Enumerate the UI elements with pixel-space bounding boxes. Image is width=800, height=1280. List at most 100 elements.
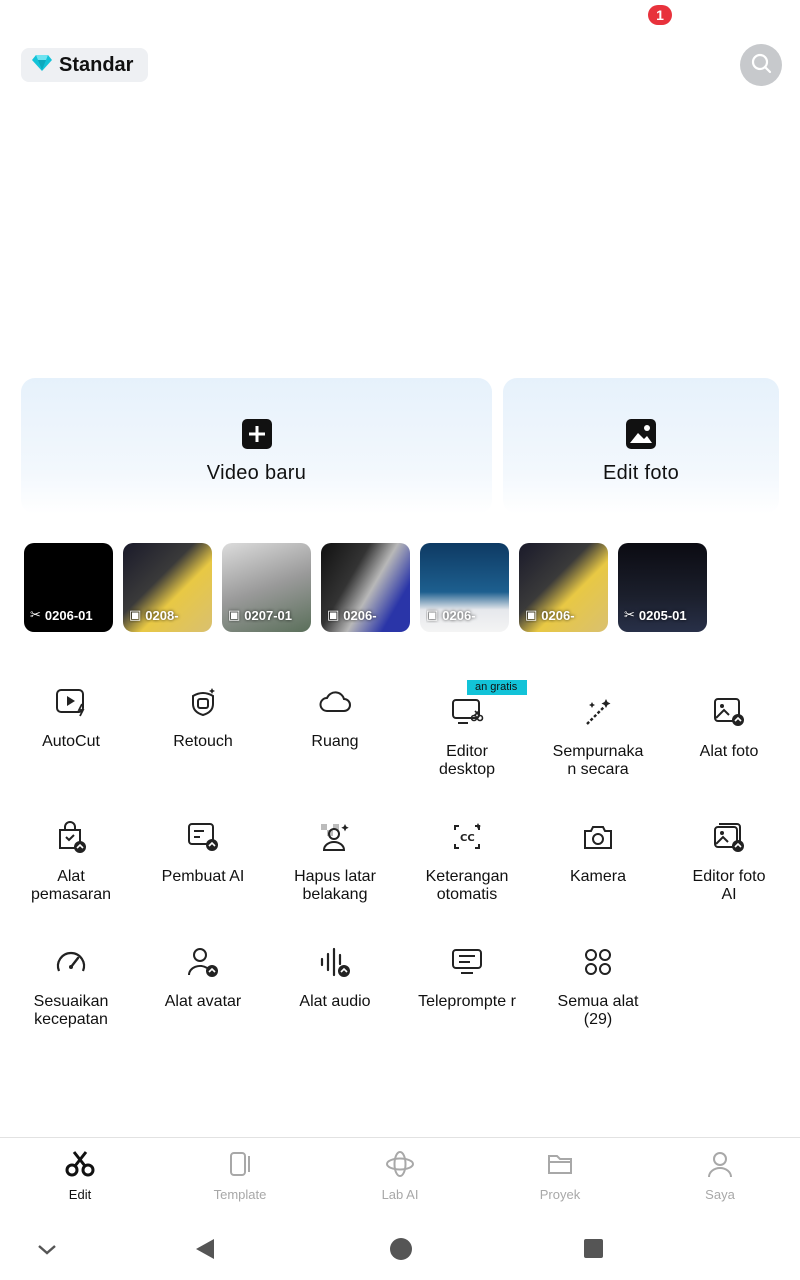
tool-sesuaikan[interactable]: Sesuaikan kecepatan: [5, 944, 137, 1029]
tool-semua-alat[interactable]: Semua alat (29): [532, 944, 664, 1029]
auto-captions-icon: CC: [449, 819, 485, 855]
recent-project-thumbnail[interactable]: ✂ 0206-01: [24, 543, 113, 632]
cloud-icon: [317, 684, 353, 720]
tool-alat-avatar[interactable]: Alat avatar: [137, 944, 269, 1011]
recent-project-thumbnail[interactable]: ▣ 0206-: [519, 543, 608, 632]
tool-label: Editor foto AI: [692, 868, 766, 903]
recent-project-thumbnail[interactable]: ▣ 0206-: [321, 543, 410, 632]
remove-background-icon: [317, 819, 353, 855]
nav-label: Edit: [68, 1187, 92, 1202]
profile-icon: [706, 1150, 734, 1183]
project-label: 0206-: [343, 607, 377, 623]
tool-label: AutoCut: [42, 733, 100, 750]
nav-label: Template: [213, 1187, 267, 1202]
back-icon[interactable]: [194, 1237, 216, 1266]
bottom-navigation: Edit Template Lab AI Proyek Saya: [0, 1137, 800, 1207]
tool-retouch[interactable]: Retouch: [137, 684, 269, 751]
search-button[interactable]: [740, 44, 782, 86]
tool-label: Alat pemasaran: [30, 868, 112, 903]
nav-label: Saya: [705, 1187, 735, 1202]
tool-editor-desktop[interactable]: an gratis Editor desktop: [401, 680, 533, 779]
photo-tools-icon: [711, 694, 747, 730]
autocut-icon: [53, 684, 89, 720]
magic-wand-icon: [580, 694, 616, 730]
recent-project-thumbnail[interactable]: ✂ 0205-01: [618, 543, 707, 632]
edit-photo-label: Edit foto: [602, 462, 680, 484]
tool-label: Teleprompte r: [418, 993, 516, 1010]
scissors-icon: ✂: [30, 607, 41, 622]
tool-kamera[interactable]: Kamera: [532, 819, 664, 886]
recent-projects: ✂ 0206-01 ▣ 0208- ▣ 0207-01 ▣ 0206- ▣ 0206- ▣…: [24, 543, 707, 632]
recent-project-thumbnail[interactable]: ▣ 0207-01: [222, 543, 311, 632]
project-label: 0206-01: [44, 607, 93, 623]
tool-label: Editor desktop: [438, 743, 496, 778]
desktop-editor-icon: [449, 694, 485, 730]
image-icon: [625, 418, 657, 450]
recent-project-thumbnail[interactable]: ▣ 0208-: [123, 543, 212, 632]
tool-pembuat-ai[interactable]: Pembuat AI: [137, 819, 269, 886]
camera-icon: [580, 819, 616, 855]
tool-alat-audio[interactable]: Alat audio: [269, 944, 401, 1011]
image-icon: ▣: [228, 607, 241, 622]
project-label: 0206-: [541, 607, 575, 623]
ai-orbit-icon: [385, 1150, 415, 1183]
edit-photo-card[interactable]: Edit foto: [503, 378, 779, 514]
new-video-card[interactable]: Video baru: [21, 378, 492, 514]
tool-label: Hapus latar belakang: [294, 868, 376, 903]
project-label: 0208-: [145, 607, 179, 623]
tool-alat-pemasaran[interactable]: Alat pemasaran: [5, 819, 137, 904]
plan-badge[interactable]: Standar: [21, 48, 148, 82]
nav-edit[interactable]: Edit: [0, 1138, 160, 1207]
tool-editor-foto-ai[interactable]: Editor foto AI: [663, 819, 795, 904]
recent-project-thumbnail[interactable]: ▣ 0206-: [420, 543, 509, 632]
svg-text:CC: CC: [460, 833, 475, 844]
plan-label: Standar: [59, 53, 134, 76]
tool-alat-foto[interactable]: Alat foto: [663, 694, 795, 761]
retouch-icon: [185, 684, 221, 720]
tool-label: Retouch: [173, 733, 233, 750]
image-icon: ▣: [426, 607, 439, 622]
tool-teleprompter[interactable]: Teleprompte r: [401, 944, 533, 1011]
nav-template[interactable]: Template: [160, 1138, 320, 1207]
plus-icon: [241, 418, 273, 450]
tool-keterangan[interactable]: CC Keterangan otomatis: [401, 819, 533, 904]
tool-autocut[interactable]: AutoCut: [5, 684, 137, 751]
image-icon: ▣: [525, 607, 538, 622]
scissors-icon: ✂: [624, 607, 635, 622]
nav-label: Lab AI: [381, 1187, 419, 1202]
tool-label: Alat avatar: [164, 993, 242, 1010]
tool-sempurnakan[interactable]: Sempurnaka n secara: [532, 694, 664, 779]
ai-creator-icon: [185, 819, 221, 855]
tool-ruang[interactable]: Ruang: [269, 684, 401, 751]
project-label: 0206-: [442, 607, 476, 623]
nav-lab-ai[interactable]: Lab AI: [320, 1138, 480, 1207]
tool-hapus-latar[interactable]: Hapus latar belakang: [269, 819, 401, 904]
audio-wave-icon: [317, 944, 353, 980]
nav-label: Proyek: [539, 1187, 581, 1202]
image-icon: ▣: [327, 607, 340, 622]
marketing-bag-icon: [53, 819, 89, 855]
teleprompter-icon: [449, 944, 485, 980]
all-tools-grid-icon: [580, 944, 616, 980]
notification-badge: 1: [648, 5, 672, 25]
tool-label: Sesuaikan kecepatan: [33, 993, 109, 1028]
chevron-down-icon[interactable]: [36, 1237, 58, 1266]
nav-proyek[interactable]: Proyek: [480, 1138, 640, 1207]
search-icon: [750, 52, 772, 79]
avatar-tools-icon: [185, 944, 221, 980]
tool-label: Ruang: [311, 733, 359, 750]
tool-label: Keterangan otomatis: [425, 868, 509, 903]
template-icon: [226, 1150, 254, 1183]
tool-label: Semua alat (29): [557, 993, 639, 1028]
project-label: 0207-01: [244, 607, 293, 623]
scissors-icon: [65, 1150, 95, 1183]
tool-label: Kamera: [569, 868, 627, 885]
ai-photo-editor-icon: [711, 819, 747, 855]
recents-icon[interactable]: [583, 1237, 605, 1266]
nav-saya[interactable]: Saya: [640, 1138, 800, 1207]
tool-label: Alat foto: [699, 743, 759, 760]
home-icon[interactable]: [389, 1237, 413, 1266]
free-promo-badge: an gratis: [467, 680, 528, 695]
tool-label: Alat audio: [299, 993, 371, 1010]
image-icon: ▣: [129, 607, 142, 622]
